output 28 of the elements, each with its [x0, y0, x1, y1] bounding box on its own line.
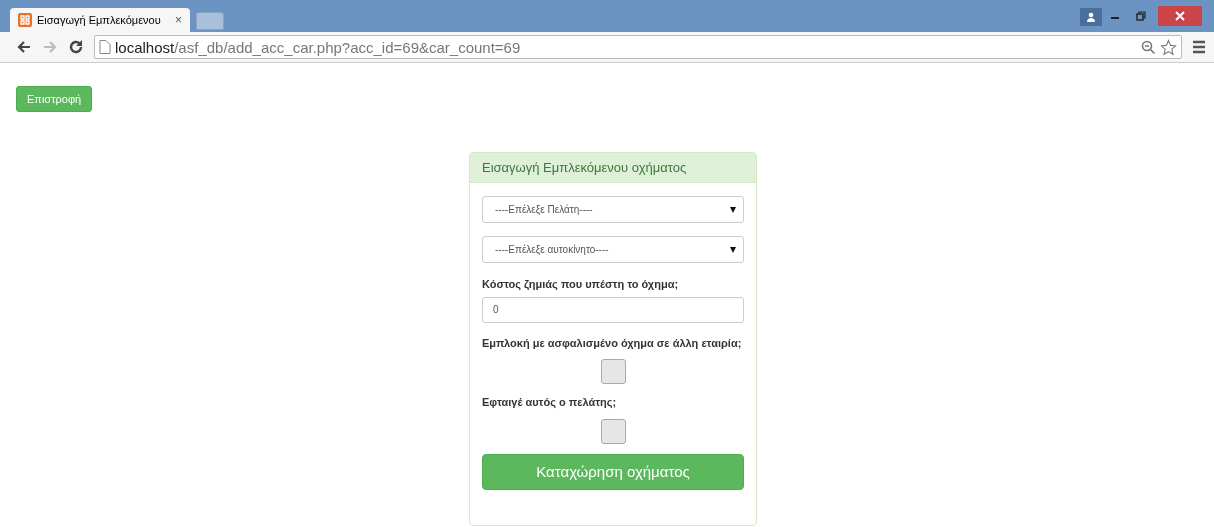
field-label: Εμπλοκή με ασφαλισμένο όχημα σε άλλη εταιρία; — [482, 335, 743, 351]
panel-title: Εισαγωγή Εμπλεκόμενου οχήματος — [470, 153, 756, 183]
browser-tab[interactable]: Εισαγωγή Εμπλεκόμενου × — [10, 8, 190, 32]
zoom-out-icon[interactable] — [1141, 39, 1156, 55]
caret-icon — [730, 206, 736, 213]
checkbox[interactable] — [600, 418, 626, 444]
tab-close-button[interactable]: × — [175, 13, 182, 27]
profile-button[interactable] — [1080, 8, 1102, 26]
field-label: Εφταιγέ αυτός ο πελάτης; — [482, 395, 618, 410]
app-logo-icon — [18, 13, 32, 27]
page-icon — [99, 40, 111, 54]
reload-icon[interactable] — [68, 39, 84, 55]
tab-title: Εισαγωγή Εμπλεκόμενου — [37, 14, 162, 26]
select-dropdown[interactable]: ----Επέλεξε Πελάτη---- — [482, 196, 744, 223]
back-icon[interactable] — [16, 39, 32, 55]
close-icon — [1175, 11, 1185, 21]
field-label: Κόστος ζημιάς που υπέστη το όχημα; — [482, 277, 680, 292]
url-text: localhost/asf_db/add_acc_car.php?acc_id=69&car_count=69 — [115, 38, 521, 56]
input-field[interactable]: 0 — [482, 296, 744, 323]
select-dropdown[interactable]: ----Επέλεξε αυτοκίνητο---- — [482, 236, 744, 263]
person-icon — [1086, 12, 1096, 22]
address-bar[interactable]: localhost/asf_db/add_acc_car.php?acc_id=69&car_count=69 — [94, 35, 1182, 59]
checkbox[interactable] — [600, 359, 626, 384]
restore-icon — [1136, 11, 1146, 21]
caret-icon — [730, 246, 736, 253]
star-icon[interactable] — [1160, 38, 1177, 56]
menu-icon[interactable] — [1192, 40, 1206, 54]
close-window-button[interactable] — [1158, 6, 1202, 26]
